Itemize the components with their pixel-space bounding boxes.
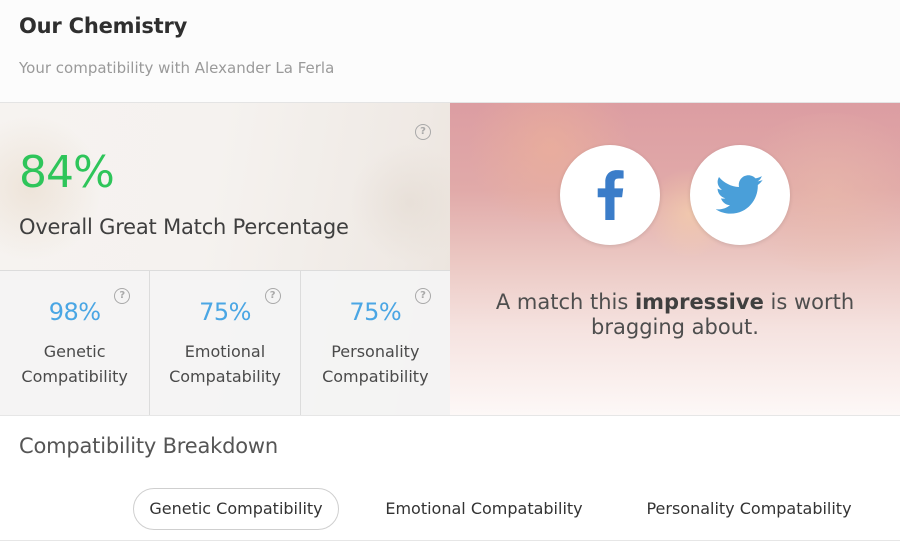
share-message: A match this impressive is worth braggin… [450,290,900,340]
share-message-emphasis: impressive [634,290,764,314]
share-panel: A match this impressive is worth braggin… [450,103,900,415]
twitter-share-button[interactable] [690,145,790,245]
divider [0,540,900,541]
page-title: Our Chemistry [19,14,188,38]
overall-match-percentage: 84% [19,147,115,198]
twitter-icon [716,175,764,214]
tab-genetic-compatibility[interactable]: Genetic Compatibility [133,488,339,530]
stat-label-line: Personality [331,342,420,361]
stat-emotional: ? 75% Emotional Compatability [150,271,301,415]
stat-genetic: ? 98% Genetic Compatibility [0,271,151,415]
overall-match-panel: ? 84% Overall Great Match Percentage ? 9… [0,103,450,415]
stat-label-line: Compatability [169,367,281,386]
stat-label: Genetic Compatibility [0,339,149,389]
stat-personality: ? 75% Personality Compatibility [301,271,450,415]
page-header: Our Chemistry Your compatibility with Al… [0,0,900,103]
stat-label-line: Compatibility [21,367,128,386]
compatibility-stats: ? 98% Genetic Compatibility ? 75% Emotio… [0,270,450,415]
help-icon[interactable]: ? [414,288,431,304]
stat-label: Personality Compatibility [301,339,450,389]
facebook-share-button[interactable] [560,145,660,245]
help-icon[interactable]: ? [264,288,281,304]
help-icon[interactable]: ? [415,124,431,140]
tab-personality-compatability[interactable]: Personality Compatability [630,488,868,530]
page-subtitle: Your compatibility with Alexander La Fer… [19,59,335,77]
stat-label-line: Compatibility [322,367,429,386]
share-message-text: A match this [495,290,635,314]
divider [0,415,900,416]
overall-match-label: Overall Great Match Percentage [19,215,349,239]
tab-emotional-compatability[interactable]: Emotional Compatability [370,488,598,530]
stat-label: Emotional Compatability [150,339,299,389]
breakdown-title: Compatibility Breakdown [19,434,278,458]
stat-label-line: Emotional [184,342,266,361]
stat-label-line: Genetic [43,342,106,361]
facebook-icon [597,170,624,220]
